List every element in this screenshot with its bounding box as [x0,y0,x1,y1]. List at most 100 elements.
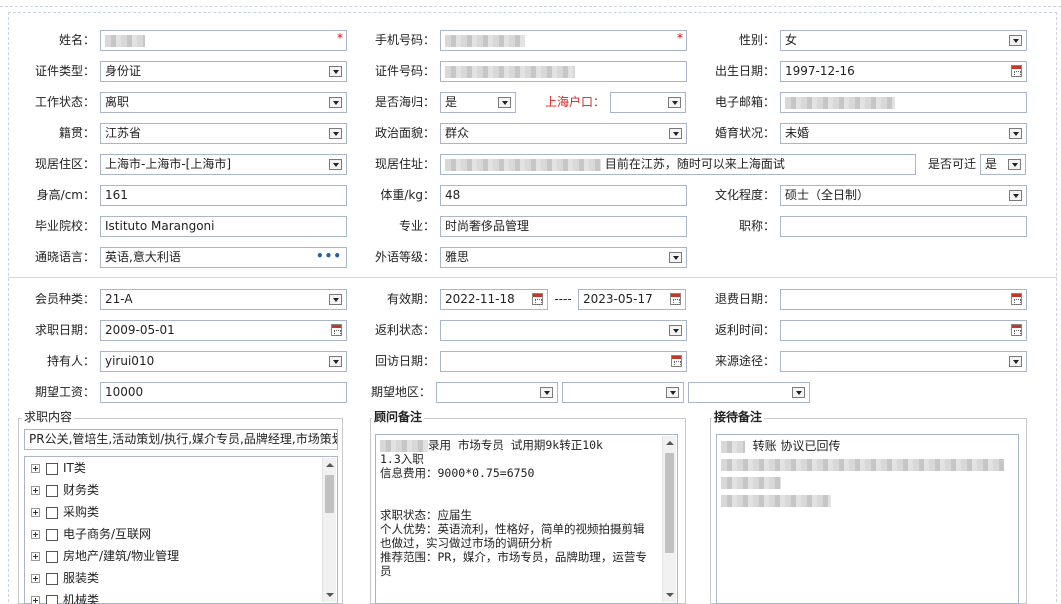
email-field[interactable] [780,92,1027,113]
weight-field[interactable]: 48 [440,185,687,206]
expand-icon[interactable] [31,486,40,495]
id-type-select[interactable]: 身份证 [100,61,347,82]
calendar-icon[interactable] [1011,293,1022,305]
job-date-field[interactable]: 2009-05-01 [100,320,347,341]
chevron-down-icon[interactable] [329,159,342,170]
rebate-time-field[interactable] [780,320,1027,341]
calendar-icon[interactable] [532,293,543,305]
holder-select[interactable]: yirui010 [100,351,347,372]
chevron-down-icon[interactable] [329,356,342,367]
tree-item[interactable]: 电子商务/互联网 [31,524,151,544]
political-select[interactable]: 群众 [440,123,687,144]
salary-field[interactable]: 10000 [100,382,347,403]
scroll-up-icon[interactable] [666,441,674,445]
address-field[interactable]: 目前在江苏，随时可以来上海面试 [440,154,916,175]
phone-field[interactable] [440,30,687,51]
chevron-down-icon[interactable] [669,325,682,336]
region-exp-province-select[interactable] [436,382,558,403]
foreign-level-select[interactable]: 雅思 [440,247,687,268]
refund-date-field[interactable] [780,289,1027,310]
work-status-select[interactable]: 离职 [100,92,347,113]
expand-icon[interactable] [31,464,40,473]
tree-item[interactable]: IT类 [31,458,86,478]
scroll-down-icon[interactable] [666,593,674,597]
overseas-select[interactable]: 是 [440,92,516,113]
checkbox[interactable] [46,550,58,563]
calendar-icon[interactable] [331,324,342,336]
rebate-status-select[interactable] [440,320,687,341]
tree-item[interactable]: 房地产/建筑/物业管理 [31,546,179,566]
checkbox[interactable] [46,484,58,497]
name-label: 姓名： [58,33,95,47]
marital-select[interactable]: 未婚 [780,123,1027,144]
reception-notes-textarea[interactable]: 转账 协议已回传 [716,434,1019,604]
school-field[interactable]: Istituto Marangoni [100,216,347,237]
scroll-up-icon[interactable] [326,463,334,467]
chevron-down-icon[interactable] [329,128,342,139]
expand-icon[interactable] [31,574,40,583]
chevron-down-icon[interactable] [540,387,553,398]
member-select[interactable]: 21-A [100,289,347,310]
major-field[interactable]: 时尚奢侈品管理 [440,216,687,237]
height-field[interactable]: 161 [100,185,347,206]
chevron-down-icon[interactable] [498,97,511,108]
more-icon[interactable]: ••• [316,248,342,266]
chevron-down-icon[interactable] [1009,35,1022,46]
source-select[interactable] [780,351,1027,372]
gender-select[interactable]: 女 [780,30,1027,51]
tree-item[interactable]: 服装类 [31,568,99,588]
tree-item[interactable]: 机械类 [31,590,99,604]
native-label: 籍贯： [58,126,95,140]
chevron-down-icon[interactable] [1009,128,1022,139]
expand-icon[interactable] [31,552,40,561]
checkbox[interactable] [46,506,58,519]
chevron-down-icon[interactable] [1008,159,1021,170]
region-select[interactable]: 上海市-上海市-[上海市] [100,154,347,175]
tree-scrollbar[interactable] [322,458,336,602]
name-field[interactable] [100,30,347,51]
calendar-icon[interactable] [671,355,682,367]
consultant-notes-textarea[interactable]: 录用 市场专员 试用期9k转正10k 1.3入职 信息费用：9000*0.75=… [375,434,678,604]
region-exp-district-select[interactable] [688,382,810,403]
scroll-thumb[interactable] [665,453,674,553]
chevron-down-icon[interactable] [668,97,681,108]
notes-scrollbar[interactable] [662,436,676,602]
valid-to-field[interactable]: 2023-05-17 [578,289,686,310]
calendar-icon[interactable] [1011,324,1022,336]
expand-icon[interactable] [31,596,40,604]
chevron-down-icon[interactable] [792,387,805,398]
checkbox[interactable] [46,572,58,585]
hukou-select[interactable] [610,92,686,113]
lang-field[interactable]: 英语,意大利语 ••• [100,247,347,268]
native-select[interactable]: 江苏省 [100,123,347,144]
chevron-down-icon[interactable] [329,294,342,305]
chevron-down-icon[interactable] [669,252,682,263]
title-field[interactable] [780,216,1027,237]
calendar-icon[interactable] [670,293,681,305]
chevron-down-icon[interactable] [329,66,342,77]
region-exp-city-select[interactable] [562,382,684,403]
checkbox[interactable] [46,528,58,541]
birth-date-field[interactable]: 1997-12-16 [780,61,1027,82]
scroll-thumb[interactable] [325,475,334,513]
education-select[interactable]: 硕士（全日制） [780,185,1027,206]
tree-item[interactable]: 采购类 [31,502,99,522]
calendar-icon[interactable] [1011,65,1022,77]
visit-date-field[interactable] [440,351,687,372]
chevron-down-icon[interactable] [669,128,682,139]
expand-icon[interactable] [31,530,40,539]
job-content-summary[interactable]: PR公关,管培生,活动策划/执行,媒介专员,品牌经理,市场策划 [24,429,338,450]
chevron-down-icon[interactable] [329,97,342,108]
checkbox[interactable] [46,462,58,475]
checkbox[interactable] [46,594,58,604]
relocate-select[interactable]: 是 [980,154,1026,175]
expand-icon[interactable] [31,508,40,517]
chevron-down-icon[interactable] [666,387,679,398]
tree-item[interactable]: 财务类 [31,480,99,500]
chevron-down-icon[interactable] [1009,190,1022,201]
job-category-tree[interactable]: IT类 财务类 采购类 电子商务/互联网 房地产/建筑/物业管理 服装类 机械类 [24,456,338,604]
id-no-field[interactable] [440,61,687,82]
valid-from-field[interactable]: 2022-11-18 [440,289,548,310]
chevron-down-icon[interactable] [1009,356,1022,367]
scroll-down-icon[interactable] [326,593,334,597]
